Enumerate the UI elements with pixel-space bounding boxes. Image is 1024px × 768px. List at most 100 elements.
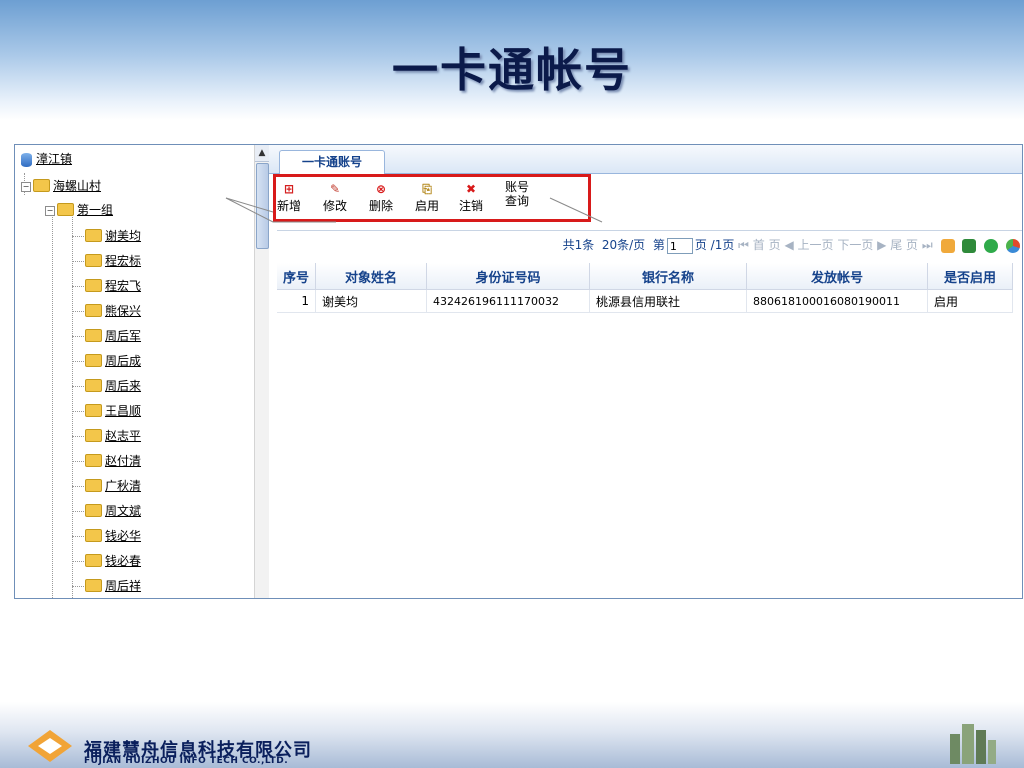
tree-node-label[interactable]: 第一组 [77, 203, 113, 217]
folder-icon [85, 504, 102, 517]
folder-icon [85, 479, 102, 492]
tree-node-label[interactable]: 广秋清 [105, 479, 141, 493]
tree-node-person[interactable]: 周后成 [72, 352, 141, 370]
first-page-label: 首 页 [752, 238, 781, 252]
total-count: 共1条 [562, 238, 595, 252]
tree-node-person[interactable]: 钱必华 [72, 527, 141, 545]
column-header[interactable]: 发放帐号 [746, 263, 928, 290]
building-icon [950, 724, 996, 764]
next-page-link[interactable]: 下一页 ▶ [837, 238, 886, 252]
tree-node-label[interactable]: 钱必华 [105, 529, 141, 543]
main-panel: 一卡通账号 ⊞ 新增 ✎ 修改 ⊗ 删除 ⎘ 启用 ✖ 注销 账号 查询 共1条… [269, 145, 1022, 598]
tree-node-label[interactable]: 周后来 [105, 379, 141, 393]
company-logo-icon [28, 730, 72, 762]
folder-icon [85, 579, 102, 592]
tab-card-account[interactable]: 一卡通账号 [279, 150, 385, 174]
column-header[interactable]: 序号 [277, 263, 316, 290]
column-header[interactable]: 身份证号码 [426, 263, 590, 290]
prev-page-link[interactable]: ◀ 上一页 [784, 238, 833, 252]
tree-node-person[interactable]: 程宏标 [72, 252, 141, 270]
excel-icon[interactable] [962, 238, 977, 253]
page-size: 20条/页 [601, 238, 646, 252]
cell-name: 谢美均 [315, 289, 427, 313]
last-page-label: 尾 页 [890, 238, 919, 252]
slide-title: 一卡通帐号 [392, 43, 632, 97]
column-header[interactable]: 是否启用 [927, 263, 1013, 290]
folder-icon [85, 404, 102, 417]
folder-icon [85, 529, 102, 542]
tree-node-person[interactable]: 周后祥 [72, 577, 141, 595]
tree-node-label[interactable]: 周后成 [105, 354, 141, 368]
folder-icon [85, 379, 102, 392]
tree-node-label[interactable]: 熊保兴 [105, 304, 141, 318]
tree-node-label[interactable]: 程宏标 [105, 254, 141, 268]
tree-node-label[interactable]: 周后祥 [105, 579, 141, 593]
tree-node-person[interactable]: 赵付清 [72, 452, 141, 470]
folder-icon [85, 304, 102, 317]
pager-bar: 共1条 20条/页 第1页 /1页 ⏮ 首 页 ◀ 上一页 下一页 ▶ 尾 页 … [277, 230, 1022, 259]
folder-icon [85, 329, 102, 342]
page-prefix: 第 [652, 238, 665, 252]
refresh-icon[interactable] [984, 238, 999, 253]
tree-node-label[interactable]: 漳江镇 [36, 152, 72, 166]
folder-icon [85, 279, 102, 292]
tree-node-person[interactable]: 王昌顺 [72, 402, 141, 420]
first-page-link[interactable]: ⏮ 首 页 [738, 238, 780, 252]
cell-id-card: 432426196111170032 [426, 289, 590, 313]
folder-icon [85, 354, 102, 367]
tree-node-label[interactable]: 赵付清 [105, 454, 141, 468]
tree-node-person[interactable]: 钱必春 [72, 552, 141, 570]
tree-node-label[interactable]: 钱必春 [105, 554, 141, 568]
folder-icon [85, 554, 102, 567]
folder-icon [33, 179, 50, 192]
tree-scrollbar[interactable]: ▲ [254, 145, 269, 598]
tree-node-village[interactable]: − 海螺山村 [21, 177, 101, 195]
footer: 福建慧舟信息科技有限公司 FUJIAN HUIZHOU INFO TECH CO… [0, 702, 1024, 768]
folder-icon [57, 203, 74, 216]
last-page-link[interactable]: 尾 页 ⏭ [890, 238, 932, 252]
toolbar-highlight-box [273, 174, 591, 222]
database-icon [21, 152, 32, 167]
app-window: 漳江镇 − 海螺山村 − 第一组 谢美均 程宏标 程宏飞 熊保兴 周后军 周后成 周… [14, 144, 1023, 599]
column-header[interactable]: 对象姓名 [315, 263, 427, 290]
tree-node-label[interactable]: 赵志平 [105, 429, 141, 443]
tree-node-label[interactable]: 周后军 [105, 329, 141, 343]
cell-enabled: 启用 [927, 289, 1013, 313]
cell-no: 1 [277, 289, 316, 313]
company-name-en: FUJIAN HUIZHOU INFO TECH CO.,LTD. [84, 756, 289, 766]
tree-node-label[interactable]: 谢美均 [105, 229, 141, 243]
tree-node-person[interactable]: 周文斌 [72, 502, 141, 520]
collapse-toggle-icon[interactable]: − [21, 181, 31, 192]
tree-node-person[interactable]: 谢美均 [72, 227, 141, 245]
scroll-thumb[interactable] [256, 163, 269, 249]
tree-node-label[interactable]: 程宏飞 [105, 279, 141, 293]
folder-icon [85, 429, 102, 442]
tree-node-label[interactable]: 王昌顺 [105, 404, 141, 418]
export-icon[interactable] [940, 238, 955, 253]
collapse-toggle-icon[interactable]: − [45, 205, 55, 216]
table-header-row: 序号 对象姓名 身份证号码 银行名称 发放帐号 是否启用 [277, 263, 1013, 290]
prev-page-label: 上一页 [797, 238, 834, 252]
account-table: 序号 对象姓名 身份证号码 银行名称 发放帐号 是否启用 1 谢美均 43242… [277, 263, 1013, 313]
folder-icon [85, 254, 102, 267]
cell-bank: 桃源县信用联社 [589, 289, 747, 313]
pager: 共1条 20条/页 第1页 /1页 ⏮ 首 页 ◀ 上一页 下一页 ▶ 尾 页 … [563, 236, 1020, 254]
page-number-input[interactable]: 1 [666, 237, 693, 254]
tab-bar: 一卡通账号 [269, 145, 1022, 174]
tree-node-person[interactable]: 程宏飞 [72, 277, 141, 295]
scroll-up-arrow-icon[interactable]: ▲ [255, 145, 269, 162]
org-tree: 漳江镇 − 海螺山村 − 第一组 谢美均 程宏标 程宏飞 熊保兴 周后军 周后成 周… [15, 145, 254, 598]
tree-node-person[interactable]: 广秋清 [72, 477, 141, 495]
chart-icon[interactable] [1006, 238, 1020, 253]
tree-node-person[interactable]: 赵志平 [72, 427, 141, 445]
folder-icon [85, 454, 102, 467]
table-row[interactable]: 1 谢美均 432426196111170032 桃源县信用联社 8806181… [277, 289, 1013, 313]
column-header[interactable]: 银行名称 [589, 263, 747, 290]
tree-node-group[interactable]: − 第一组 [45, 201, 113, 219]
tree-node-label[interactable]: 海螺山村 [53, 179, 101, 193]
tree-node-label[interactable]: 周文斌 [105, 504, 141, 518]
tree-node-person[interactable]: 周后来 [72, 377, 141, 395]
tree-node-person[interactable]: 周后军 [72, 327, 141, 345]
tree-node-root[interactable]: 漳江镇 [21, 150, 72, 168]
tree-node-person[interactable]: 熊保兴 [72, 302, 141, 320]
